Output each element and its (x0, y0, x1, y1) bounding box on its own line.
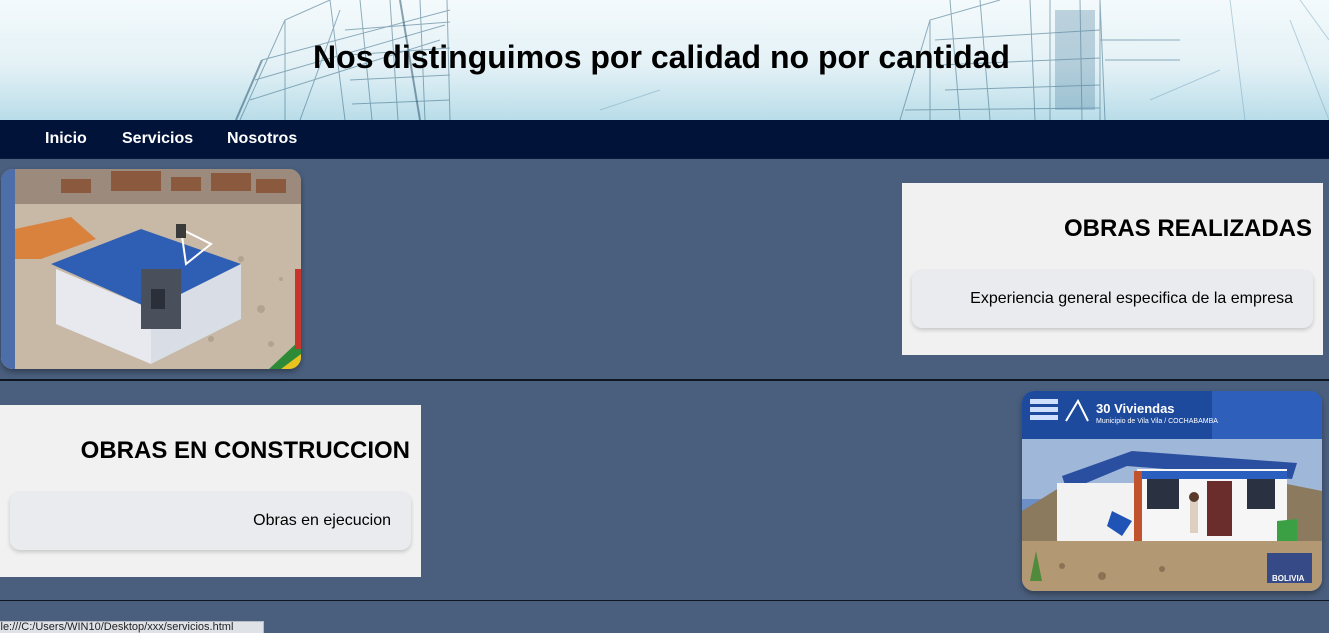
works-in-progress-description: Obras en ejecucion (253, 512, 391, 529)
caption-title: 30 Viviendas (1096, 401, 1175, 416)
completed-works-card: OBRAS REALIZADAS Experiencia general esp… (902, 183, 1323, 355)
completed-works-photo (1, 169, 301, 369)
section-title-completed: OBRAS REALIZADAS (1063, 215, 1312, 242)
main-navigation: Inicio Servicios Nosotros (0, 120, 1329, 159)
nav-link-servicios[interactable]: Servicios (122, 130, 193, 148)
works-in-progress-description-box: Obras en ejecucion (10, 492, 411, 550)
section-divider (0, 379, 1329, 381)
caption-subtitle: Municipio de Vila Vila / COCHABAMBA (1096, 418, 1218, 425)
works-in-progress-card: OBRAS EN CONSTRUCCION Obras en ejecucion (0, 405, 421, 577)
page-title: Nos distinguimos por calidad no por cant… (313, 39, 1010, 75)
completed-works-description-box: Experiencia general especifica de la emp… (912, 270, 1313, 328)
section-title-in-progress: OBRAS EN CONSTRUCCION (80, 437, 410, 464)
nav-link-inicio[interactable]: Inicio (45, 130, 87, 148)
caption-badge: BOLIVIA (1272, 574, 1305, 583)
browser-status-bar: file:///C:/Users/WIN10/Desktop/xxx/servi… (0, 621, 264, 633)
section-divider (0, 600, 1329, 601)
completed-works-description: Experiencia general especifica de la emp… (970, 290, 1293, 307)
status-url: file:///C:/Users/WIN10/Desktop/xxx/servi… (0, 621, 234, 633)
nav-link-nosotros[interactable]: Nosotros (227, 130, 297, 148)
works-in-progress-photo: 30 Viviendas Municipio de Vila Vila / CO… (1022, 391, 1322, 591)
header-banner: Nos distinguimos por calidad no por cant… (0, 0, 1329, 120)
